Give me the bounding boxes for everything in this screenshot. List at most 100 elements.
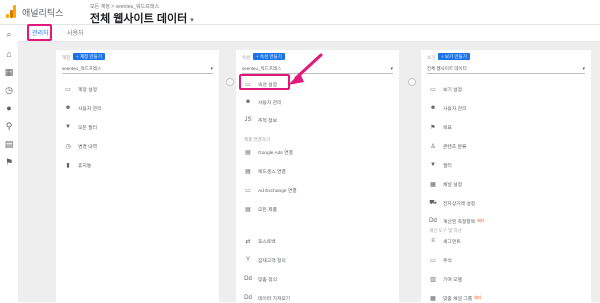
audience-icon: Y [245, 257, 250, 263]
channel-icon: ▦ [430, 181, 436, 188]
item-label: 모든 제품 [258, 207, 277, 213]
attribution-models-item[interactable]: ▥ 기여 모델 [429, 274, 462, 284]
property-selector[interactable]: 전체 웹사이트 데이터 ▾ [90, 10, 194, 26]
people-icon: ☻ [64, 105, 72, 111]
tracking-info-item[interactable]: JS 추적 정보 [244, 115, 277, 125]
admin-tab-highlight [27, 24, 52, 41]
google-ads-link-item[interactable]: ▤ Google Ads 연결 [244, 147, 293, 157]
custom-definitions-item[interactable]: Dd 맞춤 정의 [244, 274, 277, 284]
view-user-management-item[interactable]: ☻ 사용자 관리 [429, 103, 467, 113]
create-view-button[interactable]: + 보기 만들기 [438, 53, 470, 60]
item-label: 세그먼트 [443, 239, 461, 245]
audience-definitions-item[interactable]: Y 잠재고객 정의 [244, 255, 286, 265]
item-label: 맞춤 채널 그룹 [443, 296, 473, 302]
property-heading: 속성 [242, 55, 251, 60]
channel-settings-item[interactable]: ▦ 채널 설정 [429, 179, 462, 189]
item-label: 사용자 관리 [443, 106, 467, 112]
item-label: 계산된 측정항목 [443, 219, 476, 225]
trash-icon: ▮ [66, 162, 70, 169]
item-label: 휴지통 [78, 163, 92, 169]
ad-exchange-link-item[interactable]: ▭ Ad Exchange 연결 [244, 185, 297, 195]
app-name: 애널리틱스 [22, 8, 64, 18]
property-user-management-item[interactable]: ☻ 사용자 관리 [244, 97, 282, 107]
people-icon: ☻ [244, 99, 252, 105]
property-name: 전체 웹사이트 데이터 [90, 13, 188, 25]
settings-page-icon: ▭ [430, 86, 436, 93]
link-icon: ▭ [245, 187, 251, 194]
pointer-arrow-icon [288, 53, 323, 85]
personal-tools-heading: 개인 도구 및 자산 [429, 228, 462, 233]
account-heading: 계정 [62, 55, 71, 60]
content-grouping-icon: ♙ [430, 143, 436, 150]
flag-icon: ⚑ [430, 124, 436, 131]
history-icon: ◷ [65, 143, 71, 150]
view-column: 보기 + 보기 만들기 전체 웹사이트 데이터 ▾ ▭ 보기 설정 ☻ 사용자 관리 … [421, 50, 591, 302]
acquisition-icon[interactable]: ⚲ [4, 121, 14, 131]
postback-item[interactable]: ⇄ 포스트백 [244, 236, 276, 246]
item-label: 전자상거래 설정 [443, 201, 476, 207]
create-account-button[interactable]: + 계정 만들기 [73, 53, 105, 60]
item-label: 필터 [443, 163, 452, 169]
all-filters-item[interactable]: ▼ 모든 필터 [64, 122, 97, 132]
code-icon: JS [244, 117, 252, 123]
property-settings-highlight [239, 74, 290, 90]
people-icon: ☻ [429, 105, 437, 111]
admin-tabs: 관리자 사용자 [18, 25, 600, 42]
ecommerce-settings-item[interactable]: ⛟ 전자상거래 설정 [429, 198, 475, 208]
create-property-button[interactable]: + 속성 만들기 [253, 53, 285, 60]
item-label: 모든 필터 [78, 125, 97, 131]
adsense-link-item[interactable]: ▤ 애드센스 연결 [244, 166, 286, 176]
cart-icon: ⛟ [429, 200, 437, 206]
postback-icon: ⇄ [245, 238, 251, 245]
account-user-management-item[interactable]: ☻ 사용자 관리 [64, 103, 102, 113]
calculated-metrics-item[interactable]: Dd 계산된 측정항목 베타 [429, 216, 484, 226]
view-select[interactable]: 전체 웹사이트 데이터 ▾ [427, 65, 585, 74]
arrow-right-icon: › [226, 78, 234, 86]
top-bar: 애널리틱스 모든 계정 > seenteu_워드프레스 전체 웹사이트 데이터 ▾ [0, 0, 600, 25]
item-label: 기여 모델 [443, 277, 462, 283]
channel-grouping-icon: ▦ [430, 295, 436, 302]
item-label: 잠재고객 정의 [258, 258, 286, 264]
goals-item[interactable]: ⚑ 목표 [429, 122, 452, 132]
link-icon: ▤ [245, 206, 251, 213]
annotations-item[interactable]: ▭ 주석 [429, 255, 452, 265]
analytics-logo-icon [6, 4, 16, 18]
breadcrumb[interactable]: 모든 계정 > seenteu_워드프레스 [90, 3, 159, 10]
view-filters-item[interactable]: ▼ 필터 [429, 160, 452, 170]
arrow-right-icon: › [408, 78, 416, 86]
all-products-item[interactable]: ▤ 모든 제품 [244, 204, 277, 214]
item-label: 포스트백 [258, 239, 276, 245]
attribution-icon: ▥ [430, 276, 436, 283]
home-icon[interactable]: ⌂ [4, 49, 14, 59]
search-icon[interactable]: ⌕ [4, 29, 14, 39]
account-settings-item[interactable]: ▭ 계정 설정 [64, 84, 97, 94]
side-navigation: ⌕ ⌂ ▦ ◷ ● ⚲ ▤ ⚑ [0, 25, 19, 302]
item-label: 계정 설정 [78, 87, 97, 93]
dropdown-arrow-icon: ▾ [210, 66, 213, 72]
dropdown-arrow-icon: ▾ [390, 66, 393, 72]
content-grouping-item[interactable]: ♙ 콘텐츠 분류 [429, 141, 466, 151]
behavior-icon[interactable]: ▤ [4, 139, 14, 149]
account-select-value: seenteu_워드프레스 [62, 66, 102, 71]
item-label: 애드센스 연결 [258, 169, 286, 175]
item-label: 목표 [443, 125, 452, 131]
beta-badge: 베타 [474, 295, 482, 300]
segments-item[interactable]: ≡ 세그먼트 [429, 236, 461, 246]
item-label: 콘텐츠 분류 [443, 144, 467, 150]
annotation-icon: ▭ [430, 257, 436, 264]
item-label: 사용자 관리 [258, 100, 282, 106]
account-select[interactable]: seenteu_워드프레스 ▾ [62, 65, 213, 74]
dropdown-arrow-icon: ▾ [582, 66, 585, 72]
product-linking-heading: 제품 연결하기 [244, 137, 271, 142]
trash-item[interactable]: ▮ 휴지통 [64, 160, 91, 170]
person-icon[interactable]: ● [4, 103, 14, 113]
clock-icon[interactable]: ◷ [4, 85, 14, 95]
property-select-value: seenteu_워드프레스 [242, 66, 282, 71]
tab-user[interactable]: 사용자 [67, 28, 84, 37]
flag-icon[interactable]: ⚑ [4, 157, 14, 167]
change-history-item[interactable]: ◷ 변경 내역 [64, 141, 97, 151]
item-label: 주석 [443, 258, 452, 264]
dashboard-icon[interactable]: ▦ [4, 67, 14, 77]
settings-page-icon: ▭ [65, 86, 71, 93]
view-settings-item[interactable]: ▭ 보기 설정 [429, 84, 462, 94]
